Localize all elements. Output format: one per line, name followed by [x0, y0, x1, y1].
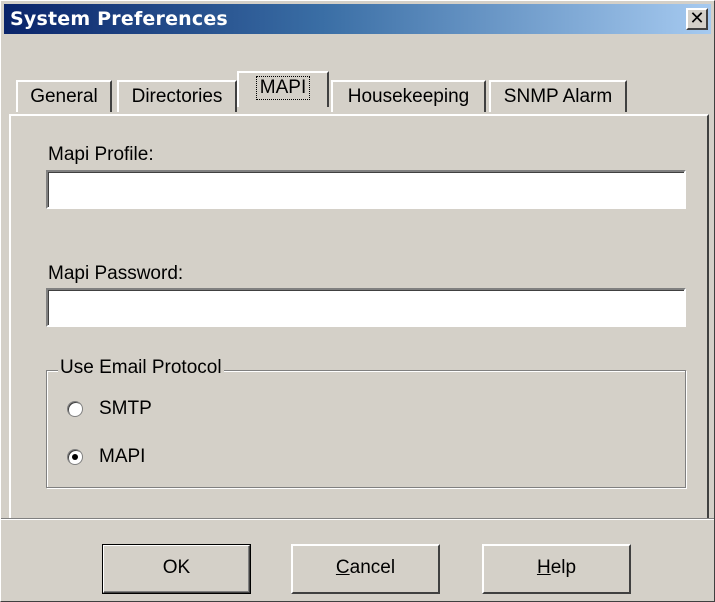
help-button-label: elp [550, 557, 577, 578]
button-separator-highlight [1, 519, 714, 520]
smtp-radio[interactable] [67, 401, 83, 417]
help-button[interactable]: Help [482, 544, 631, 594]
cancel-button-label: ancel [349, 557, 396, 578]
mapi-profile-label: Mapi Profile: [48, 144, 154, 165]
tab-snmp-alarm[interactable]: SNMP Alarm [489, 80, 627, 112]
cancel-button[interactable]: Cancel [291, 544, 440, 594]
ok-button-label: OK [162, 557, 191, 578]
cancel-accelerator: C [335, 557, 350, 578]
email-protocol-group [46, 370, 686, 488]
tab-directories[interactable]: Directories [117, 80, 237, 112]
tab-housekeeping[interactable]: Housekeeping [331, 80, 486, 112]
window-title: System Preferences [10, 8, 228, 30]
tab-mapi-label: MAPI [255, 76, 311, 100]
help-accelerator: H [536, 557, 551, 578]
tab-snmp-alarm-label: SNMP Alarm [503, 86, 613, 107]
mapi-password-label: Mapi Password: [48, 263, 184, 284]
tab-general-label: General [30, 86, 98, 107]
close-icon[interactable]: ✕ [686, 8, 708, 30]
tab-mapi[interactable]: MAPI [237, 71, 329, 107]
tab-directories-label: Directories [131, 86, 223, 107]
title-bar[interactable]: System Preferences ✕ [4, 4, 711, 34]
mapi-profile-input[interactable] [46, 170, 686, 209]
ok-button[interactable]: OK [102, 544, 251, 594]
smtp-radio-label[interactable]: SMTP [99, 398, 152, 420]
radio-selected-dot [72, 454, 78, 460]
email-protocol-group-label: Use Email Protocol [58, 357, 224, 379]
system-preferences-dialog: System Preferences ✕ General Directories… [0, 0, 715, 602]
mapi-radio[interactable] [67, 449, 83, 465]
tab-general[interactable]: General [16, 80, 112, 112]
tab-housekeeping-label: Housekeeping [347, 86, 470, 107]
mapi-radio-label[interactable]: MAPI [99, 446, 145, 468]
mapi-password-input[interactable] [46, 288, 686, 327]
